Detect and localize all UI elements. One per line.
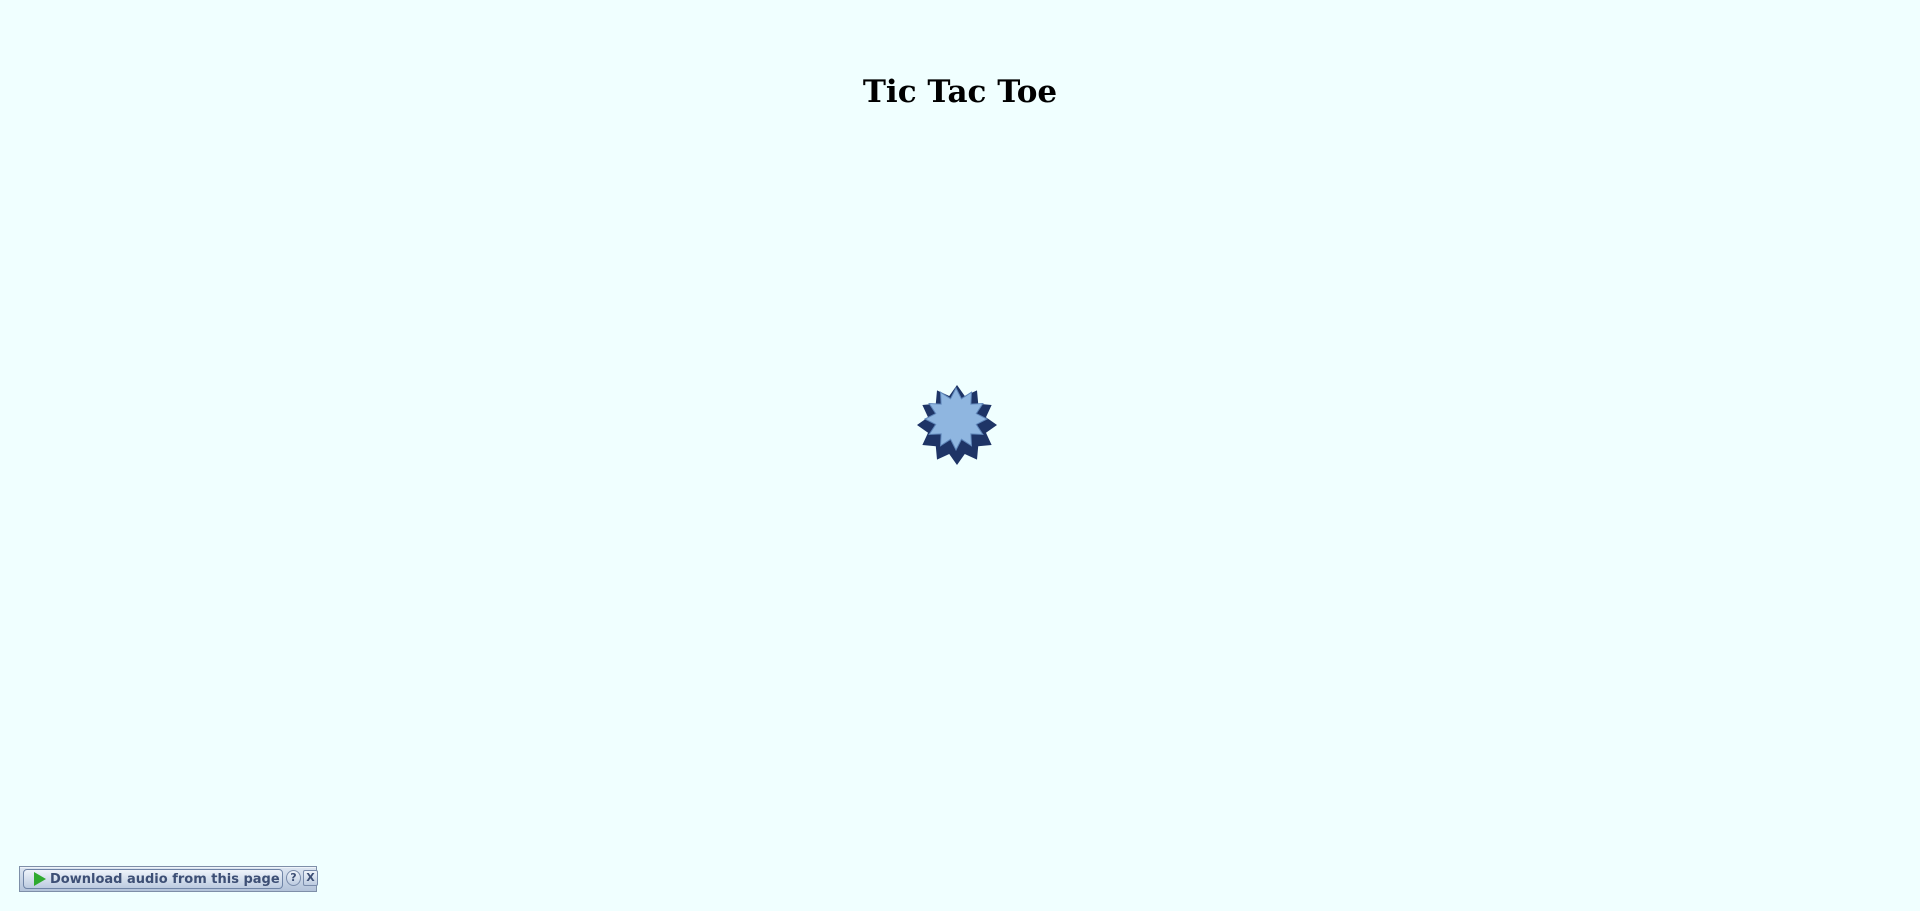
loading-starburst-icon [917, 385, 997, 465]
help-button[interactable]: ? [286, 870, 301, 886]
download-audio-label: Download audio from this page [50, 871, 280, 887]
close-button[interactable]: X [303, 870, 318, 886]
download-audio-button[interactable]: Download audio from this page [23, 869, 283, 889]
play-icon [34, 872, 46, 886]
audio-download-toolbar: Download audio from this page ? X [19, 866, 318, 892]
page-title: Tic Tac Toe [862, 74, 1058, 110]
